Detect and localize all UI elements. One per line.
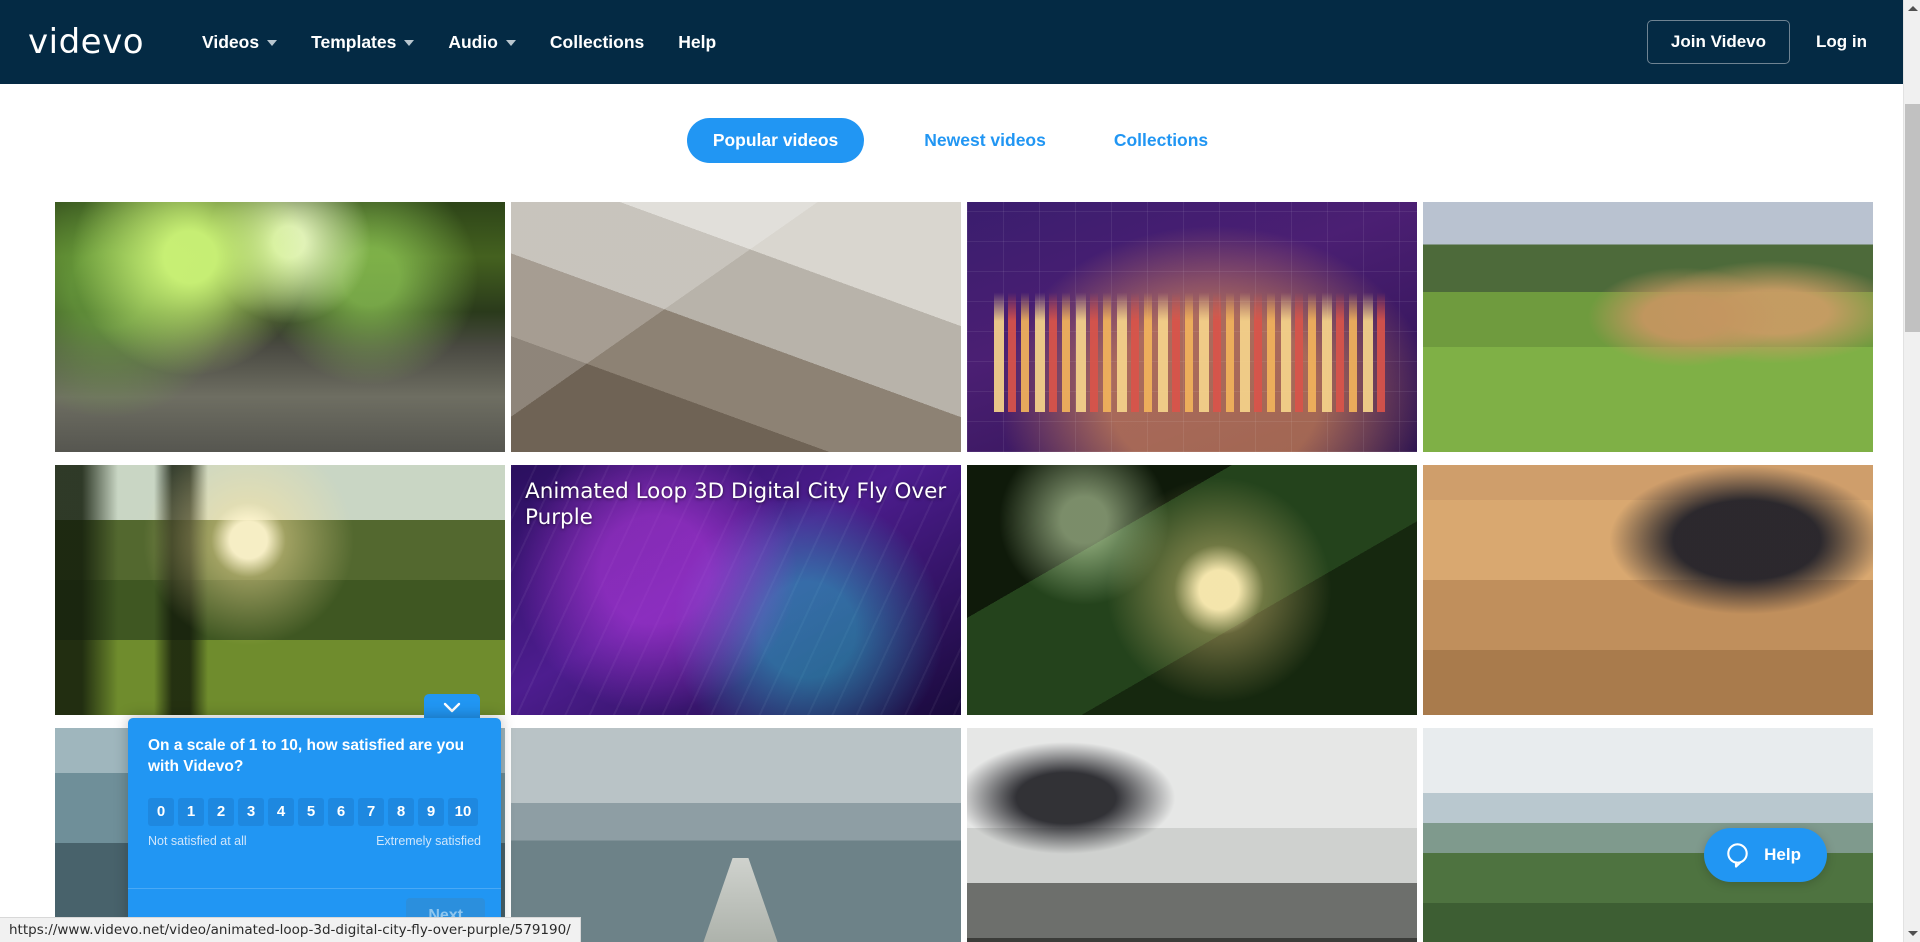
video-thumbnail	[1423, 465, 1873, 715]
scrollbar-up-arrow[interactable]	[1904, 0, 1920, 17]
video-thumbnail	[511, 728, 961, 942]
page-scrollbar[interactable]	[1903, 0, 1920, 942]
join-videvo-button[interactable]: Join Videvo	[1646, 20, 1791, 64]
help-label: Help	[1764, 845, 1801, 864]
video-thumbnail	[55, 465, 505, 715]
rating-button-4[interactable]: 4	[268, 797, 294, 826]
triangle-down-icon	[1907, 931, 1918, 936]
video-card[interactable]	[55, 465, 505, 715]
chevron-down-icon	[443, 702, 461, 712]
video-card[interactable]	[55, 202, 505, 452]
satisfaction-survey: On a scale of 1 to 10, how satisfied are…	[128, 718, 501, 942]
nav-item-templates[interactable]: Templates	[311, 31, 415, 53]
nav-item-collections[interactable]: Collections	[550, 32, 644, 53]
video-thumbnail	[967, 202, 1417, 452]
status-bar-url: https://www.videvo.net/video/animated-lo…	[0, 917, 581, 942]
chat-bubble-icon	[1727, 843, 1748, 868]
survey-rating-scale: 0 1 2 3 4 5 6 7 8 9 10	[128, 778, 501, 826]
video-thumbnail	[511, 202, 961, 452]
nav-label: Help	[678, 31, 717, 52]
video-card[interactable]	[967, 465, 1417, 715]
rating-button-5[interactable]: 5	[298, 797, 324, 826]
tab-popular-videos[interactable]: Popular videos	[686, 118, 865, 163]
rating-button-9[interactable]: 9	[418, 797, 444, 826]
video-thumbnail	[1423, 202, 1873, 452]
rating-button-7[interactable]: 7	[358, 797, 384, 826]
video-card[interactable]	[511, 202, 961, 452]
nav-label: Collections	[549, 31, 645, 52]
rating-button-3[interactable]: 3	[238, 797, 264, 826]
log-in-link[interactable]: Log in	[1816, 32, 1867, 52]
rating-button-6[interactable]: 6	[328, 797, 354, 826]
video-card[interactable]	[1423, 202, 1873, 452]
rating-button-1[interactable]: 1	[178, 797, 204, 826]
nav-item-videos[interactable]: Videos	[202, 31, 278, 53]
triangle-up-icon	[1907, 6, 1918, 11]
video-card[interactable]	[967, 202, 1417, 452]
videvo-logo[interactable]: videvo	[28, 25, 144, 59]
rating-button-0[interactable]: 0	[148, 797, 174, 826]
chevron-down-icon	[267, 40, 278, 46]
survey-question: On a scale of 1 to 10, how satisfied are…	[148, 737, 465, 775]
nav-label: Audio	[448, 31, 498, 52]
rating-button-2[interactable]: 2	[208, 797, 234, 826]
header-actions: Join Videvo Log in	[1646, 20, 1879, 64]
survey-collapse-toggle[interactable]	[424, 694, 480, 720]
site-header: videvo Videos Templates Audio Collection…	[0, 0, 1903, 84]
video-card[interactable]	[967, 728, 1417, 942]
nav-item-audio[interactable]: Audio	[448, 32, 516, 53]
video-card-hovered[interactable]: Animated Loop 3D Digital City Fly Over P…	[511, 465, 961, 715]
tab-newest-videos[interactable]: Newest videos	[916, 118, 1054, 163]
video-card[interactable]	[511, 728, 961, 942]
rating-button-8[interactable]: 8	[388, 797, 414, 826]
chevron-down-icon	[404, 40, 415, 46]
main-nav: Videos Templates Audio Collections Help	[202, 32, 716, 53]
scrollbar-down-arrow[interactable]	[1904, 925, 1920, 942]
video-thumbnail	[967, 465, 1417, 715]
survey-low-label: Not satisfied at all	[148, 833, 247, 848]
video-card[interactable]	[1423, 465, 1873, 715]
chevron-down-icon	[505, 40, 516, 46]
tab-collections[interactable]: Collections	[1106, 118, 1216, 163]
scrollbar-thumb[interactable]	[1905, 104, 1920, 332]
content-tabs: Popular videos Newest videos Collections	[0, 118, 1903, 163]
help-chat-button[interactable]: Help	[1704, 828, 1827, 882]
survey-scale-labels: Not satisfied at all Extremely satisfied	[128, 826, 501, 848]
nav-label: Videos	[202, 31, 260, 52]
video-card-title: Animated Loop 3D Digital City Fly Over P…	[525, 479, 947, 530]
survey-high-label: Extremely satisfied	[376, 833, 481, 848]
browser-viewport: videvo Videos Templates Audio Collection…	[0, 0, 1920, 942]
video-thumbnail	[55, 202, 505, 452]
video-thumbnail	[967, 728, 1417, 942]
rating-button-10[interactable]: 10	[448, 797, 478, 826]
nav-label: Templates	[311, 31, 397, 52]
nav-item-help[interactable]: Help	[678, 32, 716, 53]
